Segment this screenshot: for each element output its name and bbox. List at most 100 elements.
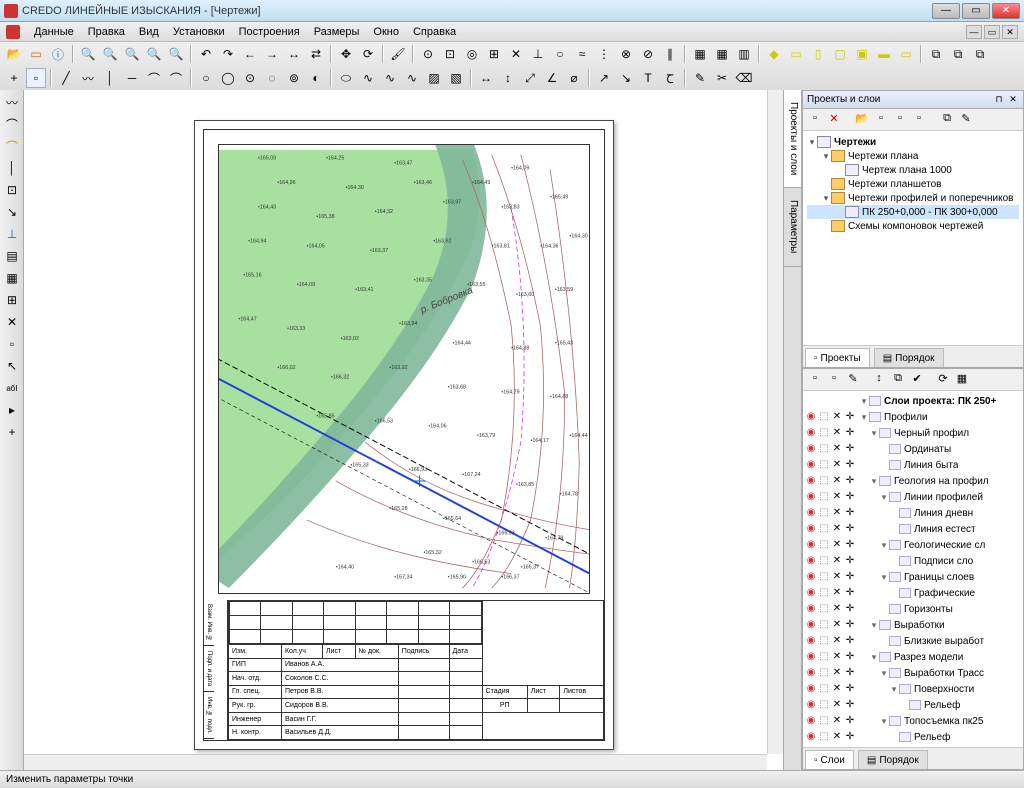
menu-help[interactable]: Справка	[407, 24, 462, 40]
lt-text-icon[interactable]: абІ	[2, 378, 22, 398]
rect2-icon[interactable]: ▯	[808, 44, 828, 64]
menu-edit[interactable]: Правка	[82, 24, 131, 40]
zoom-out-icon[interactable]: 🔍	[122, 44, 142, 64]
rect5-icon[interactable]: ▬	[874, 44, 894, 64]
brush-icon[interactable]: 🖌	[388, 44, 408, 64]
mdi-restore[interactable]: ▭	[984, 25, 1000, 39]
layer-row[interactable]: ◉⬚✕✛▾Геологические сл	[805, 537, 1021, 553]
layer-row[interactable]: ◉⬚✕✛Линия естест	[805, 521, 1021, 537]
snap11-icon[interactable]: ⊘	[638, 44, 658, 64]
snap-mid-icon[interactable]: ⊡	[440, 44, 460, 64]
tree-item[interactable]: ПК 250+0,000 - ПК 300+0,000	[807, 205, 1019, 219]
rect6-icon[interactable]: ▭	[896, 44, 916, 64]
zoom-in-icon[interactable]: 🔍	[100, 44, 120, 64]
lay-g-icon[interactable]: ⟳	[935, 372, 951, 388]
projects-tree[interactable]: ▾Чертежи▾Чертежи планаЧертеж плана 1000Ч…	[803, 131, 1023, 237]
proj-tab-order[interactable]: ▤Порядок	[874, 348, 944, 367]
layer-row[interactable]: ◉⬚✕✛▾Черный профил	[805, 425, 1021, 441]
point-icon[interactable]: +	[4, 68, 24, 88]
info-icon[interactable]: ⓘ	[48, 44, 68, 64]
layers-tree[interactable]: ▾Слои проекта: ПК 250+◉⬚✕✛▾Профили◉⬚✕✛▾Ч…	[803, 391, 1023, 747]
lt-snap-icon[interactable]: ⊡	[2, 180, 22, 200]
lt-sel-icon[interactable]: ▫	[2, 334, 22, 354]
arrowx-icon[interactable]: ⇄	[306, 44, 326, 64]
lay-e-icon[interactable]: ⧉	[890, 372, 906, 388]
view-window-icon[interactable]: ▭	[26, 44, 46, 64]
lt-x-icon[interactable]: ✕	[2, 312, 22, 332]
spline1-icon[interactable]: ∿	[358, 68, 378, 88]
redo-icon[interactable]: ↷	[218, 44, 238, 64]
lay-tab-layers[interactable]: ▫Слои	[805, 750, 854, 769]
proj-page3-icon[interactable]: ▫	[911, 112, 927, 128]
line-icon[interactable]: ╱	[56, 68, 76, 88]
snap-tan-icon[interactable]: ○	[550, 44, 570, 64]
snap-node-icon[interactable]: ⊞	[484, 44, 504, 64]
eraser-icon[interactable]: ⌫	[734, 68, 754, 88]
horizontal-scrollbar[interactable]	[24, 754, 767, 770]
proj-edit-icon[interactable]: ✎	[958, 112, 974, 128]
refresh-icon[interactable]: ⟳	[358, 44, 378, 64]
lt-curve-icon[interactable]: ⌒	[2, 136, 22, 156]
doc-icon[interactable]: ▥	[734, 44, 754, 64]
tree-item[interactable]: Схемы компоновок чертежей	[807, 219, 1019, 233]
lt-edge-icon[interactable]: ↘	[2, 202, 22, 222]
lt-vline-icon[interactable]: │	[2, 158, 22, 178]
arrowdd-icon[interactable]: ↔	[284, 44, 304, 64]
circle4-icon[interactable]: ◌	[262, 68, 282, 88]
proj-copy-icon[interactable]: ⧉	[939, 112, 955, 128]
circle3-icon[interactable]: ⊙	[240, 68, 260, 88]
lay-h-icon[interactable]: ▦	[954, 372, 970, 388]
snap-near-icon[interactable]: ≈	[572, 44, 592, 64]
menu-window[interactable]: Окно	[367, 24, 405, 40]
lay-b-icon[interactable]: ▫	[826, 372, 842, 388]
snap12-icon[interactable]: ∥	[660, 44, 680, 64]
edit2-icon[interactable]: ✂	[712, 68, 732, 88]
snap10-icon[interactable]: ⊗	[616, 44, 636, 64]
arc2-icon[interactable]: ⌒	[166, 68, 186, 88]
dim4-icon[interactable]: ∠	[542, 68, 562, 88]
undo-icon[interactable]: ↶	[196, 44, 216, 64]
layer-row[interactable]: ◉⬚✕✛▾Профили	[805, 409, 1021, 425]
proj-page1-icon[interactable]: ▫	[873, 112, 889, 128]
lt-layer-icon[interactable]: ▤	[2, 246, 22, 266]
layer-row[interactable]: ◉⬚✕✛▾Выработки Трасс	[805, 665, 1021, 681]
tree-item[interactable]: ▾Чертежи	[807, 135, 1019, 149]
proj-del-icon[interactable]: ✕	[826, 112, 842, 128]
menu-data[interactable]: Данные	[28, 24, 80, 40]
zoom-icon[interactable]: 🔍	[78, 44, 98, 64]
menu-dimensions[interactable]: Размеры	[308, 24, 366, 40]
tree-item[interactable]: ▾Чертежи профилей и поперечников	[807, 191, 1019, 205]
hatch2-icon[interactable]: ▧	[446, 68, 466, 88]
dim1-icon[interactable]: ↔	[476, 68, 496, 88]
tree-item[interactable]: ▾Чертежи плана	[807, 149, 1019, 163]
open-icon[interactable]: 📂	[4, 44, 24, 64]
rect4-icon[interactable]: ▣	[852, 44, 872, 64]
leader2-icon[interactable]: ↘	[616, 68, 636, 88]
arrow2-icon[interactable]: →	[262, 44, 282, 64]
lt-plus-icon[interactable]: +	[2, 422, 22, 442]
leader1-icon[interactable]: ↗	[594, 68, 614, 88]
spline3-icon[interactable]: ∿	[402, 68, 422, 88]
text-icon[interactable]: T	[638, 68, 658, 88]
lt-grid-icon[interactable]: ▦	[2, 268, 22, 288]
circle6-icon[interactable]: ◐	[306, 68, 326, 88]
circle1-icon[interactable]: ○	[196, 68, 216, 88]
rect3-icon[interactable]: ▢	[830, 44, 850, 64]
circle5-icon[interactable]: ⊚	[284, 68, 304, 88]
vertical-scrollbar[interactable]	[767, 90, 783, 754]
layer-row[interactable]: ◉⬚✕✛Горизонты	[805, 601, 1021, 617]
lay-tab-order[interactable]: ▤Порядок	[858, 750, 928, 769]
menu-constructions[interactable]: Построения	[233, 24, 306, 40]
pan-icon[interactable]: ✥	[336, 44, 356, 64]
hatch-icon[interactable]: ▨	[424, 68, 444, 88]
select-icon[interactable]: ▫	[26, 68, 46, 88]
vertical-icon[interactable]: │	[100, 68, 120, 88]
lt-pick-icon[interactable]: ↖	[2, 356, 22, 376]
table-icon[interactable]: ▦	[690, 44, 710, 64]
mdi-minimize[interactable]: —	[966, 25, 982, 39]
layer-row[interactable]: ◉⬚✕✛▾Границы слоев	[805, 569, 1021, 585]
lt-perp-icon[interactable]: ⊥	[2, 224, 22, 244]
snap-perp-icon[interactable]: ⊥	[528, 44, 548, 64]
menu-settings[interactable]: Установки	[167, 24, 231, 40]
vtab-params[interactable]: Параметры	[784, 188, 801, 266]
